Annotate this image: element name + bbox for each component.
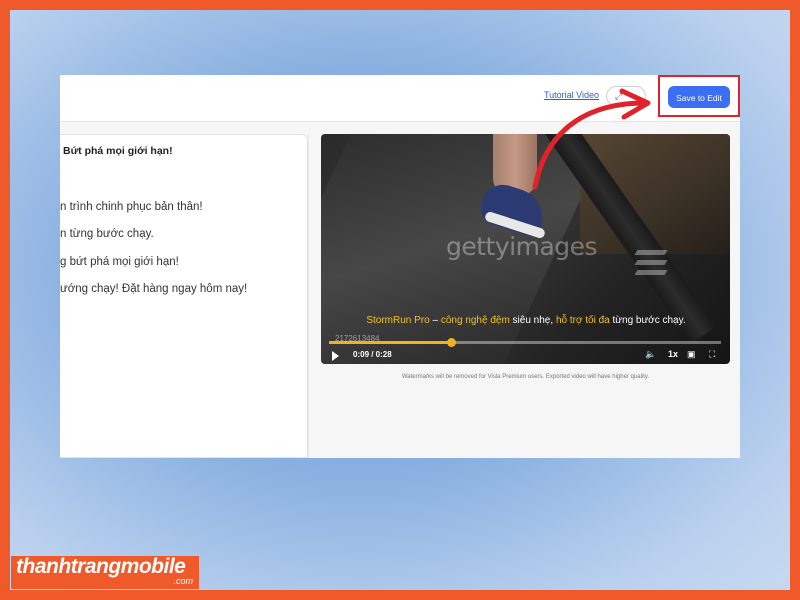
watermark-note: Watermarks will be removed for Visla Pre… [401,374,650,380]
progress-handle[interactable] [446,338,456,347]
fullscreen-icon[interactable]: ⛶ [709,349,715,360]
pointer-arrow-icon [532,88,651,190]
brand-suffix: .com [173,576,193,586]
script-line[interactable]: ướng chạy! Đặt hàng ngay hôm nay! [60,283,247,295]
time-display: 0:09 / 0:28 [353,350,392,359]
video-caption: StormRun Pro – công nghệ đệm siêu nhẹ, h… [366,315,686,326]
script-line[interactable]: n trình chinh phục bản thân! [60,201,203,213]
video-frame-stripes [634,250,668,280]
save-button-highlight [658,75,740,117]
play-icon[interactable] [332,351,339,361]
watermark-text: gettyimages [446,232,598,261]
panel-divider [308,134,309,458]
captions-icon[interactable]: ▣ [687,349,696,360]
script-title: Bứt phá mọi giới hạn! [63,145,173,157]
script-line[interactable]: n từng bước chạy. [60,228,154,240]
brand-logo: thanhtrangmobile .com [11,556,199,589]
speed-button[interactable]: 1x [668,349,678,359]
progress-fill [329,341,451,344]
progress-bar[interactable] [329,338,721,347]
brand-name: thanhtrangmobile [16,555,186,578]
player-controls: 0:09 / 0:28 🔈 1x ▣ ⛶ [321,348,730,364]
volume-icon[interactable]: 🔈 [645,349,656,360]
script-panel[interactable]: Bứt phá mọi giới hạn! n trình chinh phục… [60,134,308,458]
script-line[interactable]: g bứt phá mọi giới hạn! [60,256,179,268]
